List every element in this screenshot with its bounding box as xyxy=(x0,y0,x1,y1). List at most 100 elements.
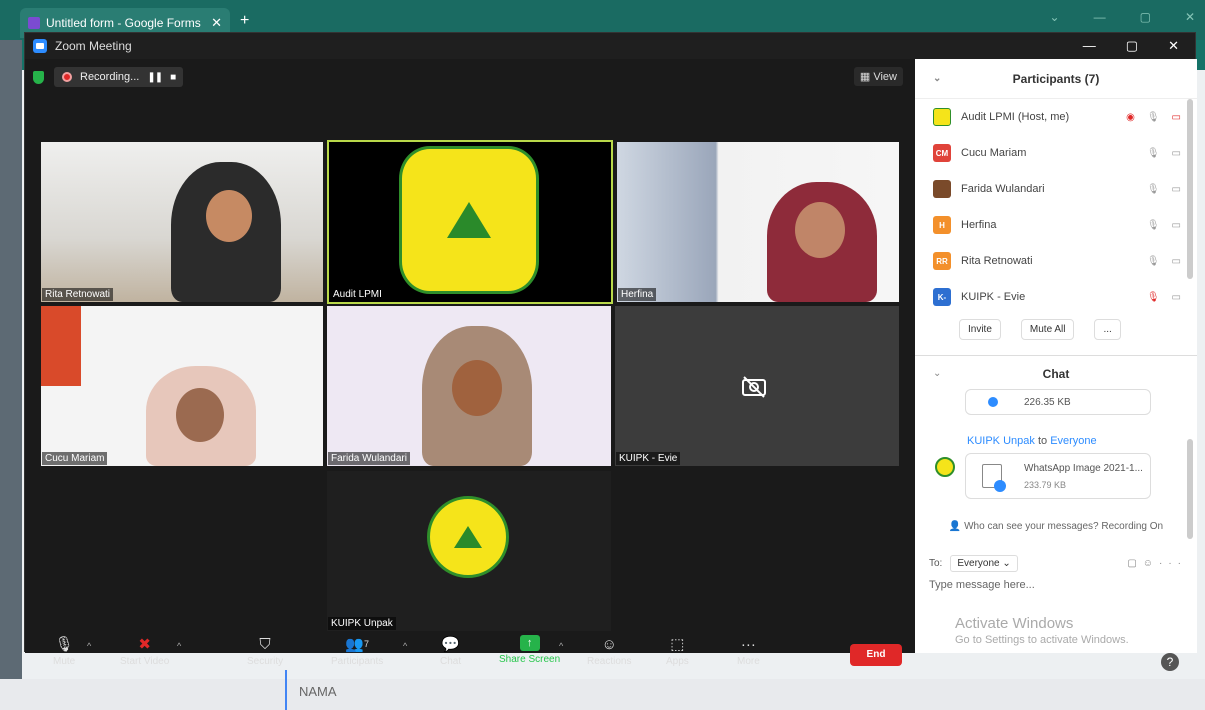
video-tile-camera-off[interactable]: KUIPK - Evie xyxy=(615,306,899,466)
participants-button[interactable]: 👥 7 Participants xyxy=(331,635,383,667)
stop-recording-icon[interactable]: ■ xyxy=(170,72,176,83)
apps-icon: ⬚ xyxy=(670,636,685,653)
mute-button[interactable]: 🎙 Mute xyxy=(53,635,75,667)
more-button[interactable]: ··· More xyxy=(737,635,760,668)
collapse-chevron-icon[interactable]: ⌄ xyxy=(933,362,941,386)
video-area: Recording... ❚❚ ■ ▦ View Rita Retnowati … xyxy=(25,59,915,667)
camera-off-icon xyxy=(740,374,768,398)
tile-name: Audit LPMI xyxy=(330,288,385,301)
participants-caret-icon[interactable]: ^ xyxy=(403,641,407,651)
emoji-icon[interactable]: ☺ xyxy=(1143,558,1159,569)
video-tile-active[interactable]: Audit LPMI xyxy=(327,140,613,304)
chat-message-input[interactable]: Type message here... xyxy=(929,579,1035,591)
file-icon[interactable]: ▢ xyxy=(1127,558,1142,569)
end-button[interactable]: End xyxy=(850,644,902,666)
participant-name: KUIPK - Evie xyxy=(961,291,1026,303)
share-screen-button[interactable]: ↑ Share Screen xyxy=(499,635,560,665)
participant-name: Rita Retnowati xyxy=(961,255,1033,267)
more-icon: ··· xyxy=(740,635,756,653)
grid-icon: ▦ xyxy=(859,71,874,83)
minimize-icon[interactable]: — xyxy=(1083,38,1096,54)
more-options-button[interactable]: ... xyxy=(1094,319,1121,340)
chat-title: Chat xyxy=(1042,367,1070,381)
security-label: Security xyxy=(247,656,284,667)
watermark-subtitle: Go to Settings to activate Windows. xyxy=(955,634,1129,646)
security-icon: ⛉ xyxy=(259,635,271,653)
start-video-label: Start Video xyxy=(120,656,170,667)
image-file-icon xyxy=(982,464,1006,492)
video-tile[interactable]: Cucu Mariam xyxy=(41,306,323,466)
help-icon[interactable]: ? xyxy=(1161,653,1179,671)
microphone-icon[interactable]: 🎙 xyxy=(1147,112,1160,123)
zoom-title: Zoom Meeting xyxy=(55,39,132,53)
avatar xyxy=(933,180,951,198)
security-button[interactable]: ⛉ Security xyxy=(247,635,284,668)
side-panel: ⌄ Participants (7) Audit LPMI (Host, me)… xyxy=(915,59,1197,653)
microphone-icon: 🎙 xyxy=(1146,255,1160,267)
collapse-chevron-icon[interactable]: ⌄ xyxy=(933,73,941,84)
video-caret-icon[interactable]: ^ xyxy=(177,641,181,651)
mute-caret-icon[interactable]: ^ xyxy=(87,641,91,651)
activate-windows-watermark: Activate Windows Go to Settings to activ… xyxy=(955,615,1129,646)
participant-row[interactable]: Farida Wulandari 🎙 ▭ xyxy=(915,171,1197,207)
participant-row[interactable]: RR Rita Retnowati 🎙 ▭ xyxy=(915,243,1197,279)
video-off-icon: ✖ xyxy=(138,636,151,653)
reactions-button[interactable]: ☺ Reactions xyxy=(587,635,631,668)
recording-indicator: Recording... ❚❚ ■ xyxy=(54,67,184,87)
close-tab-icon[interactable]: ✕ xyxy=(211,15,222,31)
recipient-select[interactable]: Everyone ⌄ xyxy=(950,555,1018,572)
microphone-icon: 🎙 xyxy=(1146,183,1160,195)
zoom-window: Zoom Meeting — ▢ ✕ Recording... ❚❚ ■ ▦ V… xyxy=(24,32,1197,667)
participant-row[interactable]: Audit LPMI (Host, me) ◉ 🎙 ▭ xyxy=(915,99,1197,135)
participants-header: ⌄ Participants (7) xyxy=(915,59,1197,99)
video-icon: ▭ xyxy=(1171,183,1181,195)
video-tile[interactable]: Herfina xyxy=(617,142,899,302)
mute-all-button[interactable]: Mute All xyxy=(1020,319,1075,340)
file-attachment[interactable]: WhatsApp Image 2021-1... 233.79 KB xyxy=(965,453,1151,499)
more-icon[interactable]: ··· xyxy=(1159,558,1187,569)
recording-dot-icon xyxy=(62,72,72,82)
avatar: H xyxy=(933,216,951,234)
maximize-icon[interactable]: ▢ xyxy=(1126,38,1138,54)
apps-button[interactable]: ⬚ Apps xyxy=(666,635,689,667)
view-button[interactable]: ▦ View xyxy=(853,67,903,86)
chat-sender[interactable]: KUIPK Unpak xyxy=(967,435,1035,447)
video-off-icon[interactable]: ▭ xyxy=(1172,112,1181,123)
close-icon[interactable]: ✕ xyxy=(1168,38,1179,54)
participant-row[interactable]: K- KUIPK - Evie 🎙 ▭ xyxy=(915,279,1197,315)
recording-label: Recording... xyxy=(80,71,140,83)
people-icon: 👤 xyxy=(948,521,965,532)
watermark-title: Activate Windows xyxy=(955,615,1074,632)
video-tile[interactable]: KUIPK Unpak xyxy=(327,471,611,631)
recording-bar: Recording... ❚❚ ■ xyxy=(33,67,184,87)
chat-recipient[interactable]: Everyone xyxy=(1050,435,1096,447)
share-caret-icon[interactable]: ^ xyxy=(559,641,563,651)
video-icon: ▭ xyxy=(1171,147,1181,159)
share-screen-label: Share Screen xyxy=(499,654,561,665)
chat-header: ⌄ Chat xyxy=(915,362,1197,386)
new-tab-button[interactable]: + xyxy=(240,12,249,30)
tile-name: Herfina xyxy=(618,288,657,301)
participants-actions: Invite Mute All ... xyxy=(915,319,1197,340)
more-label: More xyxy=(737,656,760,667)
file-size: 233.79 KB xyxy=(1024,480,1067,490)
security-shield-icon xyxy=(33,70,44,84)
participant-row[interactable]: CM Cucu Mariam 🎙 ▭ xyxy=(915,135,1197,171)
chat-button[interactable]: 💬 Chat xyxy=(440,635,461,667)
participants-title: Participants (7) xyxy=(1012,71,1100,86)
chat-privacy-notice[interactable]: 👤 Who can see your messages? Recording O… xyxy=(915,521,1197,532)
chat-tools: ▢☺··· xyxy=(1127,558,1187,569)
video-tile[interactable]: Farida Wulandari xyxy=(327,306,611,466)
notice-text: Who can see your messages? Recording On xyxy=(964,521,1164,532)
microphone-muted-icon: 🎙 xyxy=(1146,291,1160,303)
pause-recording-icon[interactable]: ❚❚ xyxy=(147,72,163,83)
start-video-button[interactable]: ✖ Start Video xyxy=(120,635,169,667)
file-attachment[interactable]: 226.35 KB xyxy=(965,389,1151,415)
mute-label: Mute xyxy=(53,656,76,667)
chat-label: Chat xyxy=(440,656,462,667)
to-label: To: xyxy=(929,558,943,569)
participant-name: Audit LPMI (Host, me) xyxy=(961,111,1070,123)
participant-row[interactable]: H Herfina 🎙 ▭ xyxy=(915,207,1197,243)
video-tile[interactable]: Rita Retnowati xyxy=(41,142,323,302)
invite-button[interactable]: Invite xyxy=(959,319,1001,340)
